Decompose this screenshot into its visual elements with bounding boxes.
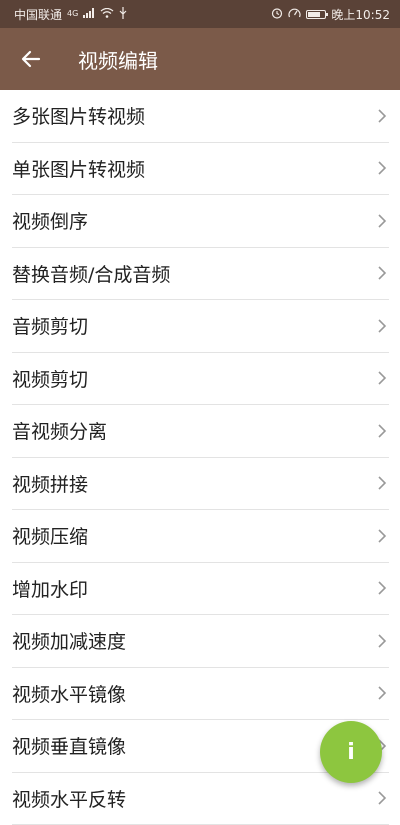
chevron-right-icon [375, 371, 389, 385]
list-item-label: 多张图片转视频 [12, 102, 145, 129]
list-item-label: 音视频分离 [12, 417, 107, 444]
arrow-left-icon [21, 49, 41, 69]
list-item[interactable]: 增加水印 [12, 563, 389, 616]
list-item[interactable]: 音频剪切 [12, 300, 389, 353]
list-item-label: 替换音频/合成音频 [12, 260, 170, 287]
list-item-label: 单张图片转视频 [12, 155, 145, 182]
list-item-label: 视频垂直镜像 [12, 732, 126, 759]
list-item[interactable]: 多张图片转视频 [12, 90, 389, 143]
wifi-icon [100, 8, 114, 20]
list-item-label: 增加水印 [12, 575, 88, 602]
chevron-right-icon [375, 634, 389, 648]
list-item-label: 视频剪切 [12, 365, 88, 392]
status-left: 中国联通 4G [14, 6, 127, 23]
speed-icon [288, 7, 301, 21]
list-item[interactable]: 视频压缩 [12, 510, 389, 563]
status-bar: 中国联通 4G 晚上10:52 [0, 0, 400, 28]
list-item-label: 音频剪切 [12, 312, 88, 339]
list-item[interactable]: 视频拼接 [12, 458, 389, 511]
back-button[interactable] [0, 28, 62, 90]
menu-list: 多张图片转视频单张图片转视频视频倒序替换音频/合成音频音频剪切视频剪切音视频分离… [0, 90, 400, 825]
network-type: 4G [67, 10, 78, 18]
chevron-right-icon [375, 109, 389, 123]
list-item-label: 视频倒序 [12, 207, 88, 234]
list-item-label: 视频压缩 [12, 522, 88, 549]
chevron-right-icon [375, 266, 389, 280]
info-fab[interactable]: i [320, 721, 382, 783]
list-item[interactable]: 视频水平反转 [12, 773, 389, 825]
info-icon: i [347, 740, 355, 765]
chevron-right-icon [375, 686, 389, 700]
list-item[interactable]: 视频加减速度 [12, 615, 389, 668]
chevron-right-icon [375, 529, 389, 543]
chevron-right-icon [375, 161, 389, 175]
list-item-label: 视频水平镜像 [12, 680, 126, 707]
list-item[interactable]: 音视频分离 [12, 405, 389, 458]
chevron-right-icon [375, 581, 389, 595]
carrier-name: 中国联通 [14, 6, 62, 23]
list-item-label: 视频拼接 [12, 470, 88, 497]
page-title: 视频编辑 [78, 45, 158, 74]
alarm-icon [271, 7, 283, 21]
chevron-right-icon [375, 424, 389, 438]
chevron-right-icon [375, 791, 389, 805]
list-item-label: 视频加减速度 [12, 627, 126, 654]
app-bar: 视频编辑 [0, 28, 400, 90]
list-item-label: 视频水平反转 [12, 785, 126, 812]
list-item[interactable]: 视频倒序 [12, 195, 389, 248]
usb-icon [119, 7, 127, 21]
signal-icon [83, 8, 95, 20]
clock: 晚上10:52 [331, 6, 390, 23]
list-item[interactable]: 视频剪切 [12, 353, 389, 406]
chevron-right-icon [375, 476, 389, 490]
list-item[interactable]: 替换音频/合成音频 [12, 248, 389, 301]
list-item[interactable]: 单张图片转视频 [12, 143, 389, 196]
list-item[interactable]: 视频水平镜像 [12, 668, 389, 721]
status-right: 晚上10:52 [271, 6, 390, 23]
chevron-right-icon [375, 214, 389, 228]
battery-icon [306, 10, 326, 19]
chevron-right-icon [375, 319, 389, 333]
